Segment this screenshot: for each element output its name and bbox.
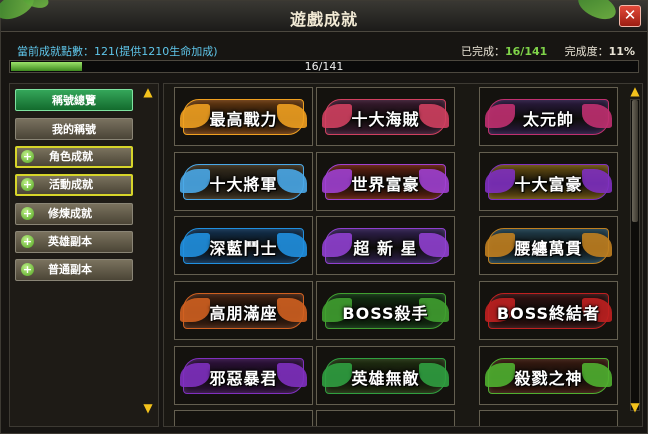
title-badge: 深藍鬥士 bbox=[180, 228, 307, 264]
title-tile[interactable]: 英雄無敵 bbox=[316, 346, 455, 405]
title-text: 殺戮之神 bbox=[514, 369, 583, 388]
title-text: 邪惡暴君 bbox=[209, 369, 278, 388]
window-title: 遊戲成就 bbox=[289, 10, 358, 29]
title-text: 深藍鬥士 bbox=[209, 239, 278, 258]
completed-label: 已完成： bbox=[461, 45, 505, 58]
title-badge: 十大富豪 bbox=[485, 164, 612, 200]
plus-icon: + bbox=[21, 235, 34, 248]
title-tile[interactable]: 殺戮之神 bbox=[479, 346, 618, 405]
title-tile[interactable]: 高朋滿座 bbox=[174, 281, 313, 340]
title-tile[interactable]: 世界富豪 bbox=[316, 152, 455, 211]
category-training[interactable]: + 修煉成就 bbox=[15, 203, 133, 225]
grid-scroll-down-icon[interactable]: ▼ bbox=[628, 401, 642, 413]
category-label: 活動成就 bbox=[49, 178, 93, 191]
stats-row: 當前成就點數：121(提供1210生命加成) 已完成：16/141 完成度：11… bbox=[17, 43, 641, 59]
rate-value: 11% bbox=[608, 45, 635, 58]
tab-title-overview[interactable]: 稱號總覽 bbox=[15, 89, 133, 111]
progress-bar: 16/141 bbox=[9, 60, 639, 73]
scrollbar-thumb[interactable] bbox=[632, 100, 638, 222]
sidebar-scroll-down-icon[interactable]: ▼ bbox=[141, 402, 155, 414]
title-badge: 英雄無敵 bbox=[322, 358, 449, 394]
grid-scroll-up-icon[interactable]: ▲ bbox=[628, 85, 642, 97]
title-tile[interactable]: 超 新 星 bbox=[316, 216, 455, 275]
title-bar[interactable]: 遊戲成就 ✕ bbox=[0, 0, 647, 32]
title-badge: 殺戮之神 bbox=[485, 358, 612, 394]
title-badge: 十大海賊 bbox=[322, 99, 449, 135]
plus-icon: + bbox=[21, 178, 34, 191]
title-badge: BOSS殺手 bbox=[322, 293, 449, 329]
title-badge: 最高戰力 bbox=[180, 99, 307, 135]
title-badge: BOSS終結者 bbox=[485, 293, 612, 329]
rate-label: 完成度： bbox=[564, 45, 609, 58]
title-text: 十大海賊 bbox=[351, 110, 420, 129]
title-tile-partial[interactable] bbox=[316, 410, 455, 426]
title-badge: 超 新 星 bbox=[322, 228, 449, 264]
completed-value: 16/141 bbox=[505, 45, 548, 58]
title-badge: 高朋滿座 bbox=[180, 293, 307, 329]
title-badge: 腰纏萬貫 bbox=[485, 228, 612, 264]
title-tile[interactable]: 最高戰力 bbox=[174, 87, 313, 146]
title-tile-partial[interactable] bbox=[479, 410, 618, 426]
completed-count: 已完成：16/141 bbox=[461, 43, 547, 59]
category-hero-dungeon[interactable]: + 英雄副本 bbox=[15, 231, 133, 253]
title-tile[interactable]: 深藍鬥士 bbox=[174, 216, 313, 275]
title-text: 太元帥 bbox=[522, 110, 574, 129]
grid-scrollbar[interactable] bbox=[630, 99, 640, 411]
plus-icon: + bbox=[21, 207, 34, 220]
title-text: 腰纏萬貫 bbox=[514, 239, 583, 258]
sidebar-scroll-up-icon[interactable]: ▲ bbox=[141, 86, 155, 98]
category-label: 英雄副本 bbox=[48, 235, 92, 248]
category-label: 修煉成就 bbox=[48, 207, 92, 220]
plus-icon: + bbox=[21, 150, 34, 163]
title-tile[interactable]: 邪惡暴君 bbox=[174, 346, 313, 405]
category-label: 普通副本 bbox=[48, 263, 92, 276]
category-label: 角色成就 bbox=[49, 150, 93, 163]
category-character[interactable]: + 角色成就 bbox=[15, 146, 133, 168]
title-text: BOSS殺手 bbox=[342, 304, 429, 323]
title-text: 最高戰力 bbox=[209, 110, 278, 129]
title-badge: 邪惡暴君 bbox=[180, 358, 307, 394]
title-tile-partial[interactable] bbox=[174, 410, 313, 426]
title-grid: 最高戰力 十大海賊 太元帥十大將軍 世界富豪 十大富豪深藍鬥士 超 新 星 腰纏萬貫高朋滿座… bbox=[163, 83, 643, 427]
title-text: 英雄無敵 bbox=[351, 369, 420, 388]
title-tile[interactable]: 太元帥 bbox=[479, 87, 618, 146]
title-tile[interactable]: BOSS終結者 bbox=[479, 281, 618, 340]
title-tile[interactable]: 十大將軍 bbox=[174, 152, 313, 211]
title-badge: 太元帥 bbox=[485, 99, 612, 135]
plus-icon: + bbox=[21, 263, 34, 276]
title-tile[interactable]: 十大富豪 bbox=[479, 152, 618, 211]
achievement-window: 遊戲成就 ✕ 當前成就點數：121(提供1210生命加成) 已完成：16/141… bbox=[0, 0, 648, 434]
progress-text: 16/141 bbox=[304, 60, 344, 73]
sidebar: 稱號總覽 我的稱號 + 角色成就 + 活動成就 + 修煉成就 + 英雄副本 + … bbox=[9, 83, 159, 427]
close-button[interactable]: ✕ bbox=[619, 5, 641, 27]
title-tile[interactable]: BOSS殺手 bbox=[316, 281, 455, 340]
title-text: 超 新 星 bbox=[353, 239, 418, 258]
achievement-points: 當前成就點數：121(提供1210生命加成) bbox=[17, 45, 218, 58]
tab-my-titles[interactable]: 我的稱號 bbox=[15, 118, 133, 140]
completion-rate: 完成度：11% bbox=[565, 43, 635, 59]
title-badge: 世界富豪 bbox=[322, 164, 449, 200]
category-normal-dungeon[interactable]: + 普通副本 bbox=[15, 259, 133, 281]
category-event[interactable]: + 活動成就 bbox=[15, 174, 133, 196]
title-tile[interactable]: 十大海賊 bbox=[316, 87, 455, 146]
title-tile[interactable]: 腰纏萬貫 bbox=[479, 216, 618, 275]
title-text: 十大富豪 bbox=[514, 175, 583, 194]
title-badge: 十大將軍 bbox=[180, 164, 307, 200]
title-text: 十大將軍 bbox=[209, 175, 278, 194]
title-text: 世界富豪 bbox=[351, 175, 420, 194]
title-text: BOSS終結者 bbox=[496, 304, 601, 323]
title-text: 高朋滿座 bbox=[209, 304, 278, 323]
